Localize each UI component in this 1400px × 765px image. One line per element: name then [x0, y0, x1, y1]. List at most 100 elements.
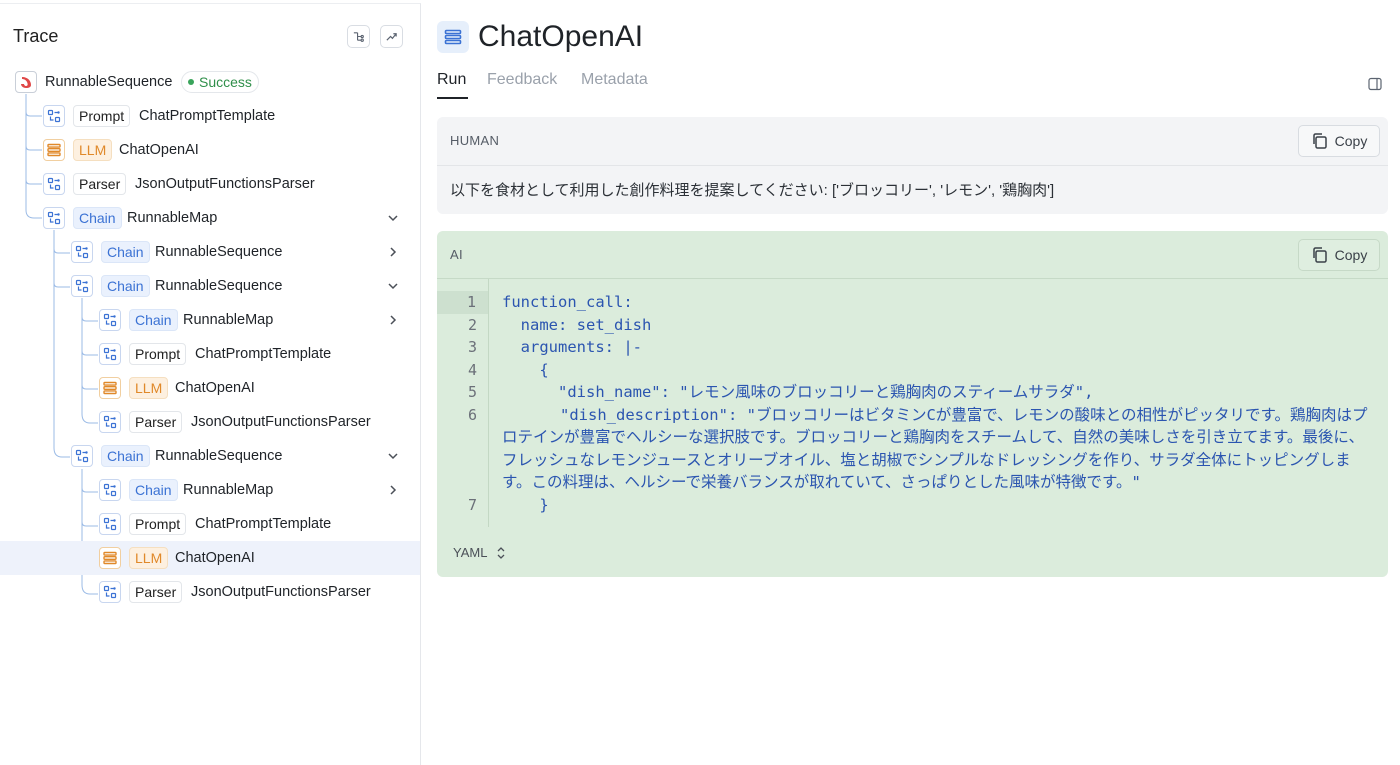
node-label: JsonOutputFunctionsParser — [191, 584, 371, 600]
stack-icon — [444, 29, 462, 45]
sidebar-toggle-icon[interactable] — [1368, 77, 1382, 91]
node-label: ChatOpenAI — [119, 142, 199, 158]
chevron-down-icon — [388, 453, 398, 460]
node-type-icon — [43, 207, 65, 229]
chevron-down-icon — [388, 215, 398, 222]
status-dot-icon — [188, 79, 194, 85]
tree-layout-button[interactable] — [347, 25, 370, 48]
trace-node-llm[interactable]: LLM ChatOpenAI — [0, 133, 420, 167]
human-copy-button[interactable]: Copy — [1298, 125, 1380, 157]
workflow-icon — [103, 415, 117, 429]
node-label: RunnableSequence — [155, 278, 283, 294]
node-type-icon — [99, 309, 121, 331]
expand-toggle[interactable] — [386, 449, 400, 463]
node-type-icon — [99, 411, 121, 433]
trace-node-chain[interactable]: Chain RunnableSequence — [0, 269, 420, 303]
line-number: 4 — [467, 360, 477, 379]
format-label: YAML — [453, 545, 488, 560]
llm-header-icon — [437, 21, 469, 53]
copy-icon — [1312, 133, 1327, 149]
code-line: arguments: |- — [502, 338, 642, 356]
trace-node-root[interactable]: RunnableSequence Success — [0, 65, 420, 99]
node-label: ChatPromptTemplate — [195, 346, 332, 362]
human-role-label: HUMAN — [450, 133, 500, 148]
ai-role-label: AI — [450, 247, 463, 262]
parrot-logo-icon — [21, 77, 31, 88]
node-type-icon — [99, 581, 121, 603]
node-type-badge: Prompt — [129, 343, 187, 365]
trace-stats-button[interactable] — [380, 25, 403, 48]
tab-metadata[interactable]: Metadata — [581, 71, 648, 89]
workflow-icon — [103, 313, 117, 327]
trace-node-prompt[interactable]: Prompt ChatPromptTemplate — [0, 99, 420, 133]
node-type-badge: Chain — [101, 241, 150, 263]
copy-icon — [1312, 247, 1327, 263]
node-type-icon — [99, 377, 121, 399]
node-label: JsonOutputFunctionsParser — [191, 414, 371, 430]
trace-node-chain[interactable]: Chain RunnableSequence — [0, 439, 420, 473]
expand-toggle[interactable] — [386, 245, 400, 259]
node-label: ChatOpenAI — [175, 550, 255, 566]
status-text: Success — [199, 74, 252, 90]
trace-node-chain[interactable]: Chain RunnableMap — [0, 473, 420, 507]
expand-toggle[interactable] — [386, 313, 400, 327]
expand-toggle[interactable] — [386, 483, 400, 497]
node-label: ChatPromptTemplate — [195, 516, 332, 532]
copy-label: Copy — [1334, 133, 1368, 149]
node-label: RunnableMap — [183, 482, 274, 498]
trace-node-prompt[interactable]: Prompt ChatPromptTemplate — [0, 337, 420, 371]
tab-feedback[interactable]: Feedback — [487, 71, 557, 89]
node-type-icon — [43, 105, 65, 127]
node-type-icon — [15, 71, 37, 93]
node-label: RunnableMap — [127, 210, 218, 226]
node-label: RunnableMap — [183, 312, 274, 328]
trace-node-chain[interactable]: Chain RunnableMap — [0, 201, 420, 235]
code-line: { — [502, 360, 549, 379]
node-label: ChatPromptTemplate — [139, 108, 276, 124]
chevron-up-down-icon — [497, 546, 505, 559]
trend-up-icon — [386, 33, 397, 41]
chevron-right-icon — [390, 315, 397, 325]
trace-node-parser[interactable]: Parser JsonOutputFunctionsParser — [0, 167, 420, 201]
node-label: JsonOutputFunctionsParser — [135, 176, 315, 192]
trace-node-parser[interactable]: Parser JsonOutputFunctionsParser — [0, 405, 420, 439]
chevron-down-icon — [388, 283, 398, 290]
trace-node-llm[interactable]: LLM ChatOpenAI — [0, 371, 420, 405]
trace-node-llm[interactable]: LLM ChatOpenAI — [0, 541, 420, 575]
trace-panel: Trace RunnableSequence Success Prompt Ch… — [0, 3, 421, 765]
node-type-badge: Chain — [101, 445, 150, 467]
workflow-icon — [47, 211, 61, 225]
trace-node-chain[interactable]: Chain RunnableSequence — [0, 235, 420, 269]
tab-run[interactable]: Run — [437, 71, 466, 89]
workflow-icon — [75, 279, 89, 293]
trace-node-prompt[interactable]: Prompt ChatPromptTemplate — [0, 507, 420, 541]
code-line: "dish_name": "レモン風味のブロッコリーと鶏胸肉のスティームサラダ"… — [502, 383, 1094, 401]
node-label: RunnableSequence — [155, 244, 283, 260]
node-type-badge: LLM — [129, 547, 169, 569]
code-line: "dish_description": "ブロッコリーはビタミンCが豊富で、レモ… — [502, 405, 1368, 492]
node-type-badge: Parser — [129, 581, 183, 603]
node-type-icon — [99, 513, 121, 535]
node-type-badge: Chain — [101, 275, 150, 297]
expand-toggle[interactable] — [386, 279, 400, 293]
line-number: 7 — [467, 495, 477, 514]
human-divider — [437, 165, 1388, 166]
node-type-icon — [71, 275, 93, 297]
trace-node-chain[interactable]: Chain RunnableMap — [0, 303, 420, 337]
expand-toggle[interactable] — [386, 211, 400, 225]
chevron-right-icon — [390, 485, 397, 495]
stack-icon — [47, 143, 61, 157]
workflow-icon — [75, 245, 89, 259]
trace-node-parser[interactable]: Parser JsonOutputFunctionsParser — [0, 575, 420, 609]
line-number: 6 — [467, 405, 477, 424]
code-editor[interactable]: 12 3 4 5 6 7 function_call: name: set_dish ar… — [437, 279, 1388, 527]
status-badge: Success — [181, 71, 259, 93]
node-type-icon — [71, 445, 93, 467]
chevron-right-icon — [390, 247, 397, 257]
workflow-icon — [103, 585, 117, 599]
node-type-badge: LLM — [129, 377, 169, 399]
format-selector[interactable]: YAML — [453, 545, 506, 560]
ai-copy-button[interactable]: Copy — [1298, 239, 1380, 271]
node-type-badge: Prompt — [73, 105, 131, 127]
line-number: 3 — [467, 338, 477, 356]
